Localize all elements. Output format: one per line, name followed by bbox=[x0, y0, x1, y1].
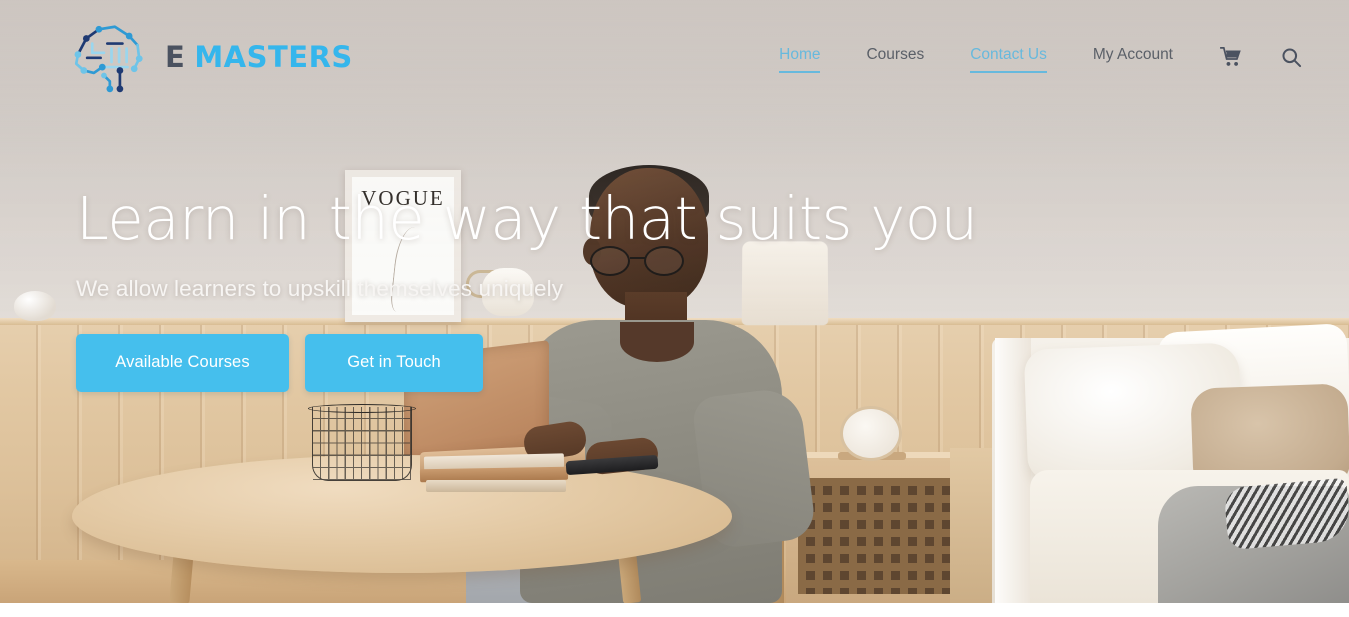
hero-content: Learn in the way that suits you We allow… bbox=[76, 184, 978, 392]
logo-wordmark: E MASTERS bbox=[165, 40, 353, 74]
logo-letter-e: E bbox=[165, 40, 186, 74]
hero-cta-group: Available Courses Get in Touch bbox=[76, 333, 978, 392]
nav-item-home[interactable]: Home bbox=[779, 41, 821, 73]
book-bottom bbox=[426, 480, 566, 492]
cabinet-lattice-panel bbox=[798, 478, 964, 594]
logo[interactable]: E MASTERS bbox=[66, 15, 353, 99]
nav-item-my-account[interactable]: My Account bbox=[1093, 41, 1173, 73]
wire-basket bbox=[312, 407, 412, 481]
get-in-touch-button[interactable]: Get in Touch bbox=[305, 333, 483, 392]
ceramic-vase bbox=[14, 291, 56, 321]
logo-word-masters: MASTERS bbox=[194, 40, 353, 74]
main-navigation: Home Courses Contact Us My Account bbox=[779, 41, 1303, 73]
shopping-cart-icon[interactable] bbox=[1219, 45, 1243, 69]
page-root: VOGUE E MASTERS Home Courses Contact Us … bbox=[0, 0, 1349, 617]
page-bottom-strip bbox=[0, 603, 1349, 617]
available-courses-button[interactable]: Available Courses bbox=[76, 333, 289, 392]
hero-title: Learn in the way that suits you bbox=[76, 184, 978, 253]
circuit-brain-logo-icon bbox=[74, 25, 143, 93]
nav-item-contact-us[interactable]: Contact Us bbox=[970, 41, 1047, 73]
nav-item-courses[interactable]: Courses bbox=[866, 41, 924, 73]
round-table-mirror bbox=[840, 406, 902, 461]
hero-subtitle: We allow learners to upskill themselves … bbox=[76, 275, 564, 301]
site-header: E MASTERS Home Courses Contact Us My Acco… bbox=[0, 0, 1349, 114]
search-icon[interactable] bbox=[1279, 45, 1303, 69]
